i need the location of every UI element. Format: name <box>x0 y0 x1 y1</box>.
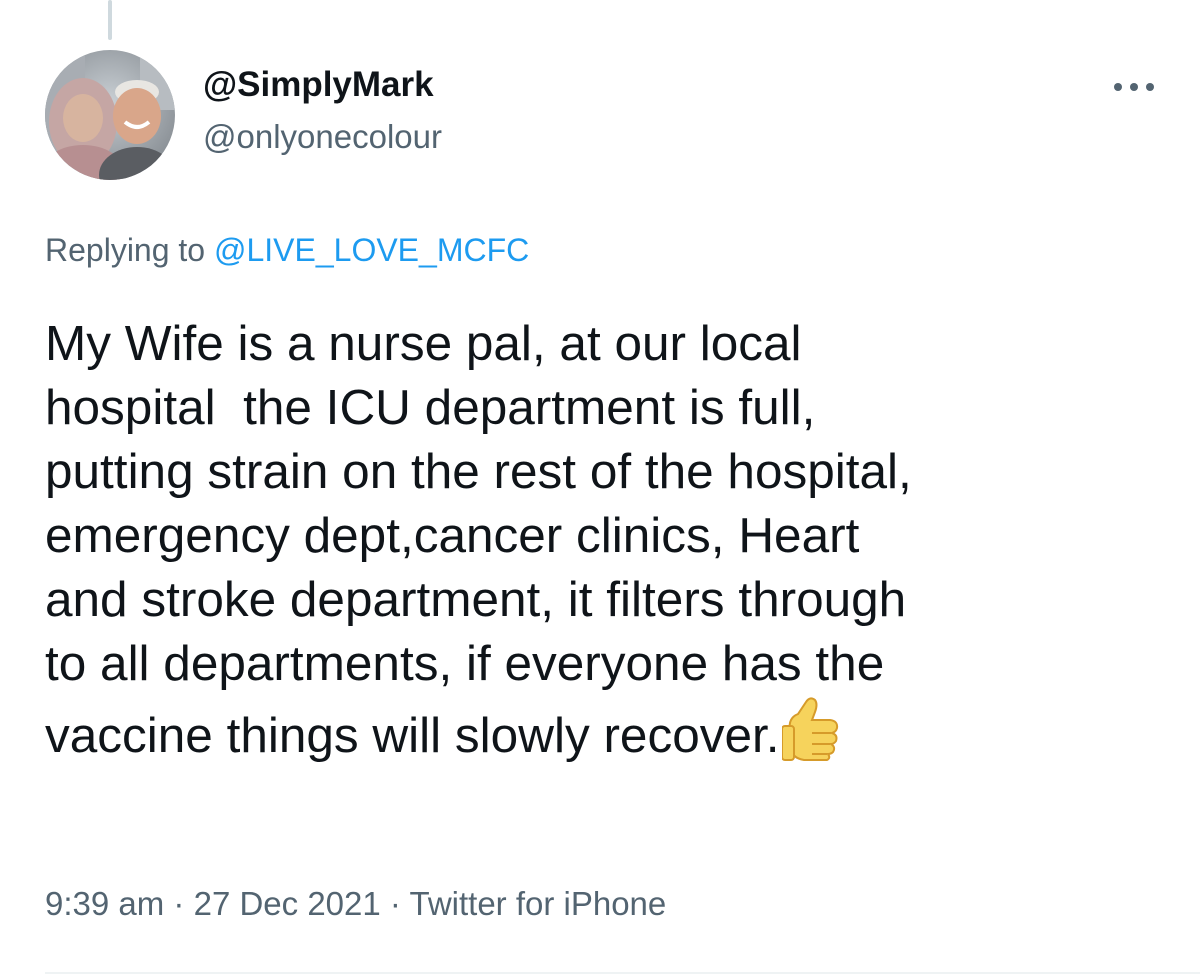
divider <box>45 972 1200 974</box>
avatar[interactable] <box>45 50 175 180</box>
tweet-text-line: hospital the ICU department is full, <box>45 380 816 435</box>
thread-connector-line <box>108 0 112 40</box>
author-info[interactable]: @SimplyMark @onlyonecolour <box>203 62 442 160</box>
tweet-source-link[interactable]: Twitter for iPhone <box>409 885 666 922</box>
replying-to-line: Replying to @LIVE_LOVE_MCFC <box>45 228 529 272</box>
avatar-photo <box>45 50 175 180</box>
replying-to-label: Replying to <box>45 232 206 268</box>
tweet-text-last-line: vaccine things will slowly recover. <box>45 696 1175 778</box>
tweet-text-line: emergency dept,cancer clinics, Heart <box>45 508 860 563</box>
thumbs-up-icon <box>780 696 844 778</box>
tweet-date-link[interactable]: 27 Dec 2021 <box>194 885 381 922</box>
tweet-text: My Wife is a nurse pal, at our local hos… <box>45 312 1175 778</box>
more-horizontal-icon[interactable] <box>1104 74 1164 100</box>
tweet-time-link[interactable]: 9:39 am <box>45 885 164 922</box>
tweet-meta: 9:39 am · 27 Dec 2021 · Twitter for iPho… <box>45 882 666 926</box>
meta-separator: · <box>173 885 185 922</box>
tweet-text-line: My Wife is a nurse pal, at our local <box>45 316 802 371</box>
tweet-text-line: and stroke department, it filters throug… <box>45 572 907 627</box>
meta-separator: · <box>389 885 401 922</box>
tweet-text-line: to all departments, if everyone has the <box>45 636 885 691</box>
tweet-text-line: vaccine things will slowly recover. <box>45 708 780 763</box>
tweet-text-line: putting strain on the rest of the hospit… <box>45 444 912 499</box>
replying-to-mention-link[interactable]: @LIVE_LOVE_MCFC <box>214 232 529 268</box>
username-handle[interactable]: @onlyonecolour <box>203 114 442 160</box>
display-name[interactable]: @SimplyMark <box>203 62 442 108</box>
